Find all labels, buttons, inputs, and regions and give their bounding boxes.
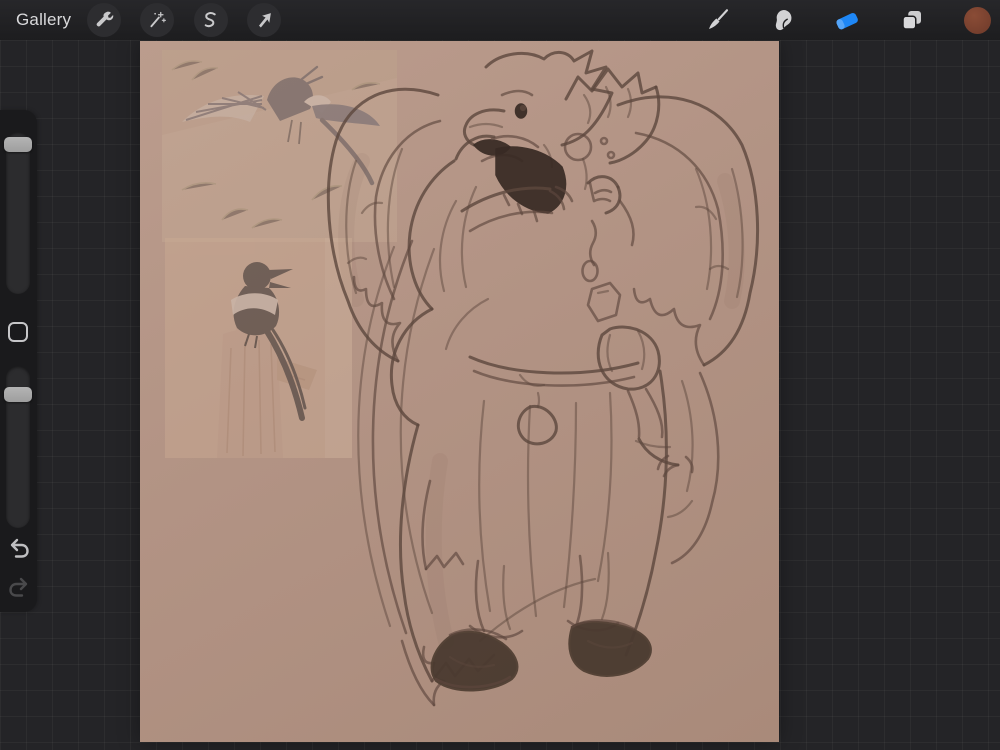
- actions-button[interactable]: [87, 3, 121, 37]
- layers-button[interactable]: [896, 4, 928, 36]
- undo-icon: [7, 536, 31, 565]
- redo-icon: [7, 575, 31, 604]
- gallery-button[interactable]: Gallery: [16, 0, 71, 40]
- brush-size-slider[interactable]: [6, 132, 30, 294]
- color-swatch[interactable]: [964, 7, 991, 34]
- paint-button[interactable]: [702, 4, 734, 36]
- paintbrush-icon: [706, 8, 730, 32]
- layers-icon: [900, 8, 924, 32]
- smudge-button[interactable]: [766, 4, 798, 36]
- modify-button[interactable]: [8, 322, 28, 342]
- redo-button[interactable]: [7, 577, 31, 601]
- drawing-canvas[interactable]: [140, 41, 779, 742]
- transform-button[interactable]: [247, 3, 281, 37]
- selection-button[interactable]: [194, 3, 228, 37]
- opacity-handle[interactable]: [4, 387, 32, 402]
- transform-arrow-icon: [254, 10, 274, 30]
- perched-magpie-photo: [165, 238, 352, 458]
- smudge-finger-icon: [770, 8, 794, 32]
- undo-button[interactable]: [7, 538, 31, 562]
- eraser-icon: [834, 7, 860, 33]
- brush-size-handle[interactable]: [4, 137, 32, 152]
- selection-s-icon: [201, 10, 221, 30]
- wrench-icon: [94, 10, 114, 30]
- top-toolbar: Gallery: [0, 0, 1000, 40]
- procreate-app: { "toolbar": { "gallery_label": "Gallery…: [0, 0, 1000, 750]
- magic-wand-icon: [147, 10, 167, 30]
- sidebar: [0, 110, 37, 612]
- erase-button[interactable]: [831, 4, 863, 36]
- adjustments-button[interactable]: [140, 3, 174, 37]
